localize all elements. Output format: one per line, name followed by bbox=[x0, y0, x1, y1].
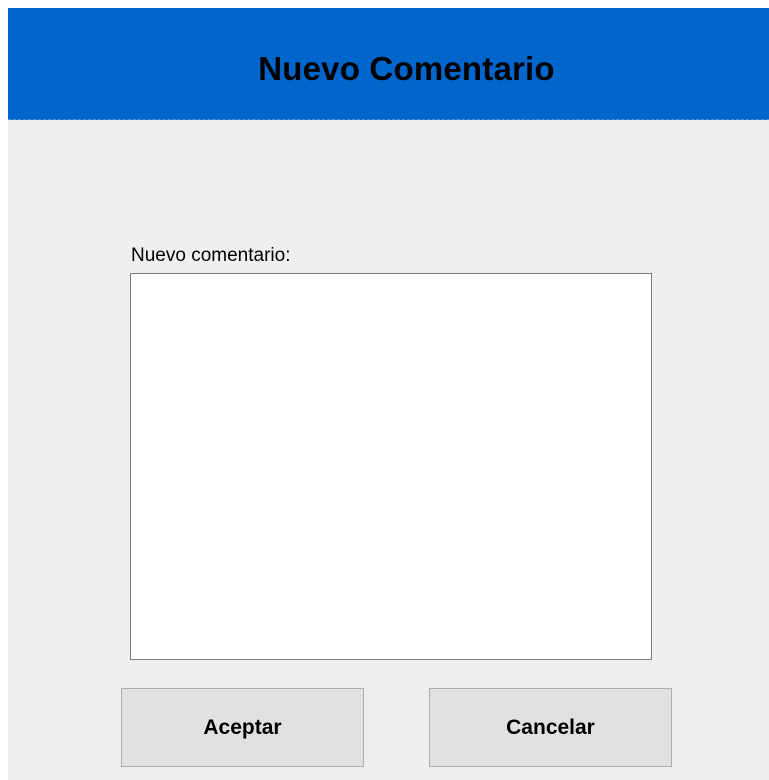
dialog-title: Nuevo Comentario bbox=[258, 50, 555, 87]
comment-label: Nuevo comentario: bbox=[131, 245, 291, 266]
accept-button[interactable]: Aceptar bbox=[121, 688, 364, 767]
dialog-window: Nuevo Comentario Nuevo comentario: Acept… bbox=[8, 8, 769, 780]
dialog-header: Nuevo Comentario bbox=[8, 8, 769, 120]
cancel-button[interactable]: Cancelar bbox=[429, 688, 672, 767]
comment-textarea[interactable] bbox=[130, 273, 652, 660]
